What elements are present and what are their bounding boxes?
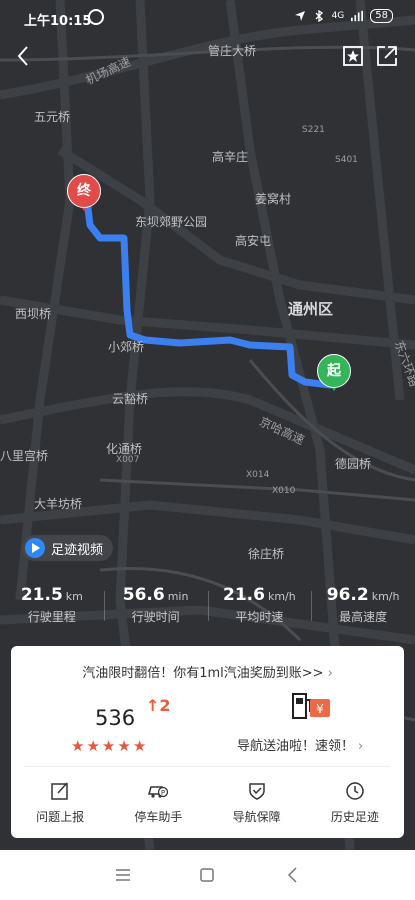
map-label: 高辛庄 [212,150,249,164]
star-icon: ★ [117,737,133,755]
route-line [83,196,334,389]
chevron-right-icon: › [358,739,364,754]
battery-level: 58 [370,9,393,23]
trip-stats: 21.5 km 行驶里程 56.6 min 行驶时间 21.6 km/h 平均时速 9… [0,585,415,630]
alarm-icon [88,9,104,25]
stat-unit: min [167,590,189,603]
map-label: 八里宫桥 [0,449,49,463]
star-icon: ★ [101,737,118,755]
stat-label: 行驶时间 [131,610,180,624]
tool-label: 历史足迹 [330,810,379,824]
score-change-value: 2 [159,696,171,715]
stat-value: 56.6 [122,585,165,605]
chevron-right-icon: › [327,666,333,681]
map-label: 云豁桥 [112,392,149,406]
map-label: 东坝郊野公园 [135,215,208,229]
tools-row: 问题上报 P 停车助手 导航保障 历史足迹 [11,778,404,825]
signal-type: 4G [331,11,345,21]
start-pin[interactable]: 起 [317,354,351,396]
driving-score: 536 [95,706,136,730]
status-bar: 上午10:15 4G 58 [0,0,415,34]
map-label: X014 [246,470,270,480]
divider [25,766,390,767]
map-label: 姜窝村 [255,192,292,206]
back-nav-icon[interactable] [284,866,302,884]
stat-label: 行驶里程 [27,610,76,624]
stat-unit: km/h [371,590,400,603]
tool-label: 问题上报 [36,810,85,824]
signal-icon [351,10,364,22]
play-icon [25,538,45,558]
history-footprint-button[interactable]: 历史足迹 [306,778,404,825]
fuel-promo-link[interactable]: 汽油限时翻倍！你有1ml汽油奖励到账>> › [11,662,404,681]
shield-icon [248,783,265,800]
fuel-reward-text: 导航送油啦！速领！ [237,739,355,754]
stat-duration: 56.6 min 行驶时间 [103,585,208,630]
map-label: 小郊桥 [108,340,145,354]
stat-label: 平均时速 [235,610,284,624]
map-label: S401 [335,155,358,165]
status-time: 上午10:15 [24,14,92,29]
fuel-pump-icon[interactable]: ¥ [291,690,333,722]
trip-card: 汽油限时翻倍！你有1ml汽油奖励到账>> › 536 ↑2 ★★★★★ ¥ 导航送… [11,646,404,838]
map-label: X010 [272,486,296,496]
score-change: ↑2 [146,696,171,715]
star-icon: ★ [132,737,149,755]
stat-value: 21.5 [20,585,63,605]
fuel-reward-link[interactable]: 导航送油啦！速领！ › [237,735,363,754]
stat-distance: 21.5 km 行驶里程 [0,585,104,630]
map-label: 管庄大桥 [208,44,257,58]
tool-label: 导航保障 [232,810,281,824]
report-issue-button[interactable]: 问题上报 [11,778,109,825]
stat-unit: km [65,590,83,603]
map-label: 德园桥 [335,457,372,471]
menu-icon[interactable] [114,866,132,884]
map-label-district: 通州区 [288,300,334,318]
stat-value: 21.6 [223,585,265,605]
map-label: 徐庄桥 [248,547,285,561]
bookmark-star-icon[interactable] [339,42,367,70]
tool-label: 停车助手 [134,810,183,824]
map-label: 五元桥 [34,110,71,124]
clock-icon [346,782,364,800]
report-icon [51,782,68,800]
bluetooth-icon [315,10,323,22]
end-pin[interactable]: 终 [67,174,101,216]
end-pin-label: 终 [67,174,101,208]
back-button[interactable] [10,42,38,70]
system-nav-bar [0,850,415,900]
stat-max-speed: 96.2 km/h 最高速度 [311,585,415,630]
parking-icon: P [148,786,169,798]
map-label: X007 [116,455,140,465]
stat-value: 96.2 [326,585,369,605]
svg-text:P: P [161,789,165,797]
map-label: 高安屯 [235,234,272,248]
map-label: 大羊坊桥 [34,497,83,511]
nav-guarantee-button[interactable]: 导航保障 [208,778,306,825]
stat-avg-speed: 21.6 km/h 平均时速 [207,585,312,630]
footprint-video-button[interactable]: 足迹视频 [22,535,114,561]
stat-unit: km/h [267,590,296,603]
fuel-promo-text: 汽油限时翻倍！你有1ml汽油奖励到账>> [82,666,324,681]
parking-assistant-button[interactable]: P 停车助手 [109,778,207,825]
svg-text:¥: ¥ [316,702,324,716]
stat-label: 最高速度 [339,610,388,624]
share-icon[interactable] [373,42,401,70]
star-icon: ★ [71,737,87,755]
rating-stars: ★★★★★ [71,737,148,755]
map-label: S221 [302,125,325,135]
start-pin-label: 起 [317,354,351,388]
footprint-video-label: 足迹视频 [51,542,104,558]
map-label: 西坝桥 [15,307,52,321]
location-icon [294,11,305,21]
star-icon: ★ [86,737,102,755]
home-icon[interactable] [198,866,216,884]
